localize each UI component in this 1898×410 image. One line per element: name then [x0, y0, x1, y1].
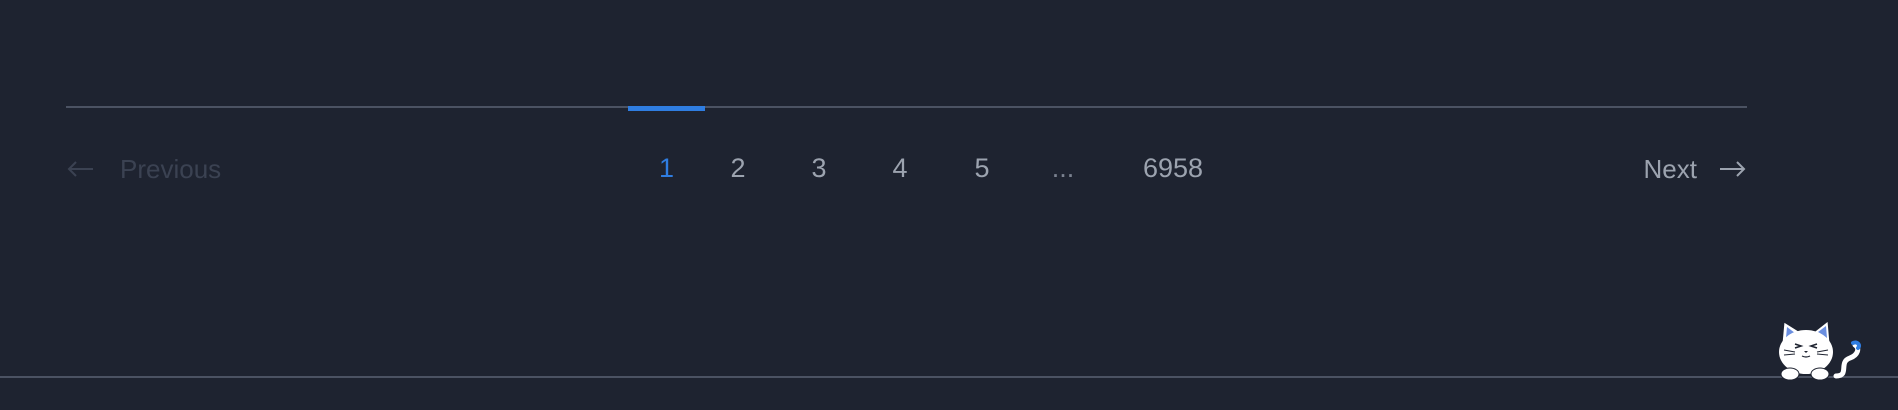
page-number: 1: [658, 153, 675, 183]
previous-page-link[interactable]: Previous: [66, 150, 221, 188]
page-number: 2: [730, 153, 746, 183]
arrow-left-icon: [66, 159, 94, 179]
page-link-2[interactable]: 2: [715, 106, 761, 188]
pagination-ellipsis: ...: [1051, 153, 1075, 183]
page-number: 4: [892, 153, 908, 183]
page-number: 6958: [1142, 153, 1204, 183]
page-link-5[interactable]: 5: [959, 106, 1005, 188]
page-number: 3: [811, 153, 827, 183]
page-link-1[interactable]: 1: [628, 106, 705, 188]
cat-mascot-icon: [1776, 318, 1866, 380]
next-label: Next: [1643, 153, 1697, 184]
page-number: 5: [974, 153, 990, 183]
pagination: Previous 1 2 3 4 5 ... 6958 Next: [66, 106, 1747, 186]
page-link-last[interactable]: 6958: [1121, 106, 1225, 188]
arrow-right-icon: [1719, 159, 1747, 179]
previous-label: Previous: [120, 153, 222, 184]
page-link-4[interactable]: 4: [877, 106, 923, 188]
page-link-3[interactable]: 3: [796, 106, 842, 188]
footer-divider: [0, 376, 1898, 378]
current-page-indicator: [628, 106, 705, 111]
next-page-link[interactable]: Next: [1644, 150, 1747, 188]
